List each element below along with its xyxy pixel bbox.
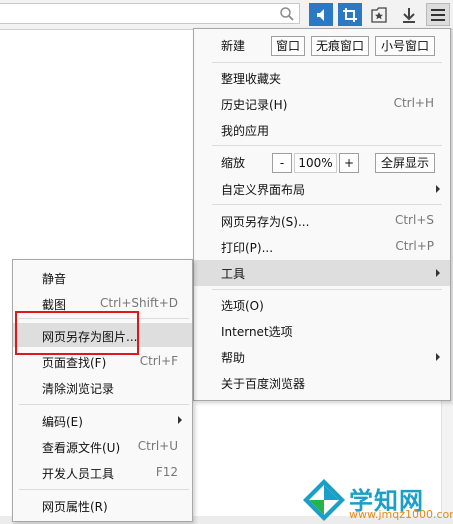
menu-item-custom-layout[interactable]: 自定义界面布局 (194, 176, 450, 202)
menu-item-label: 网页另存为图片... (42, 330, 138, 344)
menu-item-help[interactable]: 帮助 (194, 344, 450, 370)
menu-item-print[interactable]: 打印(P)... Ctrl+P (194, 234, 450, 260)
tools-submenu: 静音 截图 Ctrl+Shift+D 网页另存为图片... 页面查找(F) Ct… (12, 259, 193, 522)
zoom-label: 缩放 (221, 156, 246, 170)
submenu-arrow-icon (436, 353, 440, 361)
zoom-out-button[interactable]: - (272, 153, 292, 173)
menu-divider (212, 62, 442, 63)
zoom-in-button[interactable]: + (339, 153, 359, 173)
menu-icon[interactable] (426, 3, 450, 26)
new-small-window-button[interactable]: 小号窗口 (375, 36, 435, 56)
mute-icon[interactable] (309, 3, 333, 26)
submenu-item-mute[interactable]: 静音 (13, 265, 192, 289)
menu-item-label: 网页另存为(S)... (221, 215, 310, 229)
menu-item-label: 整理收藏夹 (221, 72, 282, 86)
bookmark-star-icon[interactable] (367, 3, 391, 26)
new-window-button[interactable]: 窗口 (271, 36, 305, 56)
watermark-url: www.jmqz1000.com (349, 508, 453, 521)
search-icon[interactable] (279, 6, 295, 22)
submenu-arrow-icon (436, 185, 440, 193)
submenu-item-screenshot[interactable]: 截图 Ctrl+Shift+D (13, 291, 192, 315)
submenu-item-dev-tools[interactable]: 开发人员工具 F12 (13, 460, 192, 484)
shortcut-text: Ctrl+S (394, 213, 434, 227)
menu-item-label: 网页属性(R) (42, 500, 108, 514)
browser-main-menu: 新建 窗口 无痕窗口 小号窗口 整理收藏夹 历史记录(H) Ctrl+H 我的应… (193, 28, 451, 401)
submenu-item-encoding[interactable]: 编码(E) (13, 408, 192, 432)
menu-item-label: 关于百度浏览器 (221, 377, 306, 391)
menu-item-my-apps[interactable]: 我的应用 (194, 117, 450, 143)
menu-item-label: 截图 (42, 298, 67, 312)
shortcut-text: Ctrl+F (139, 354, 178, 368)
menu-divider (19, 318, 189, 319)
fullscreen-button[interactable]: 全屏显示 (375, 153, 435, 173)
menu-item-label: 页面查找(F) (42, 356, 107, 370)
menu-item-label: 打印(P)... (221, 241, 274, 255)
menu-divider (212, 204, 442, 205)
menu-item-label: 工具 (221, 267, 246, 281)
shortcut-text: Ctrl+Shift+D (100, 296, 178, 310)
menu-item-label: 编码(E) (42, 415, 83, 429)
menu-item-options[interactable]: 选项(O) (194, 292, 450, 318)
submenu-arrow-icon (178, 416, 182, 424)
menu-item-label: 历史记录(H) (221, 98, 288, 112)
menu-item-about[interactable]: 关于百度浏览器 (194, 370, 450, 396)
shortcut-text: F12 (155, 465, 178, 479)
menu-item-label: 静音 (42, 272, 67, 286)
new-incognito-window-button[interactable]: 无痕窗口 (311, 36, 369, 56)
menu-item-label: 选项(O) (221, 299, 264, 313)
shortcut-text: Ctrl+P (395, 239, 434, 253)
crop-icon[interactable] (338, 3, 362, 26)
submenu-item-save-as-image[interactable]: 网页另存为图片... (13, 323, 192, 347)
download-icon[interactable] (397, 3, 421, 26)
menu-divider (19, 404, 189, 405)
menu-item-tools[interactable]: 工具 (194, 260, 450, 286)
menu-item-label: 清除浏览记录 (42, 382, 115, 396)
shortcut-text: Ctrl+U (137, 439, 178, 453)
menu-item-label: 帮助 (221, 351, 246, 365)
browser-toolbar (0, 0, 453, 30)
menu-item-save-as[interactable]: 网页另存为(S)... Ctrl+S (194, 208, 450, 234)
submenu-item-view-source[interactable]: 查看源文件(U) Ctrl+U (13, 434, 192, 458)
watermark: 学知网 www.jmqz1000.com (297, 473, 453, 524)
menu-item-organize-bookmarks[interactable]: 整理收藏夹 (194, 65, 450, 91)
submenu-item-find[interactable]: 页面查找(F) Ctrl+F (13, 349, 192, 373)
menu-item-label: 自定义界面布局 (221, 183, 306, 197)
submenu-item-clear-history[interactable]: 清除浏览记录 (13, 375, 192, 399)
address-bar[interactable] (0, 3, 300, 24)
menu-item-history[interactable]: 历史记录(H) Ctrl+H (194, 91, 450, 117)
watermark-logo-icon (303, 479, 345, 521)
menu-divider (19, 489, 189, 490)
menu-item-label: 查看源文件(U) (42, 441, 121, 455)
shortcut-text: Ctrl+H (393, 96, 434, 110)
menu-item-label: 我的应用 (221, 124, 270, 138)
submenu-item-page-properties[interactable]: 网页属性(R) (13, 493, 192, 517)
zoom-level: 100% (294, 153, 337, 173)
submenu-arrow-icon (436, 269, 440, 277)
menu-divider (212, 145, 442, 146)
menu-item-internet-options[interactable]: Internet选项 (194, 318, 450, 344)
menu-item-label: Internet选项 (221, 325, 293, 339)
new-label: 新建 (221, 39, 246, 53)
menu-divider (212, 289, 442, 290)
menu-item-label: 开发人员工具 (42, 467, 115, 481)
